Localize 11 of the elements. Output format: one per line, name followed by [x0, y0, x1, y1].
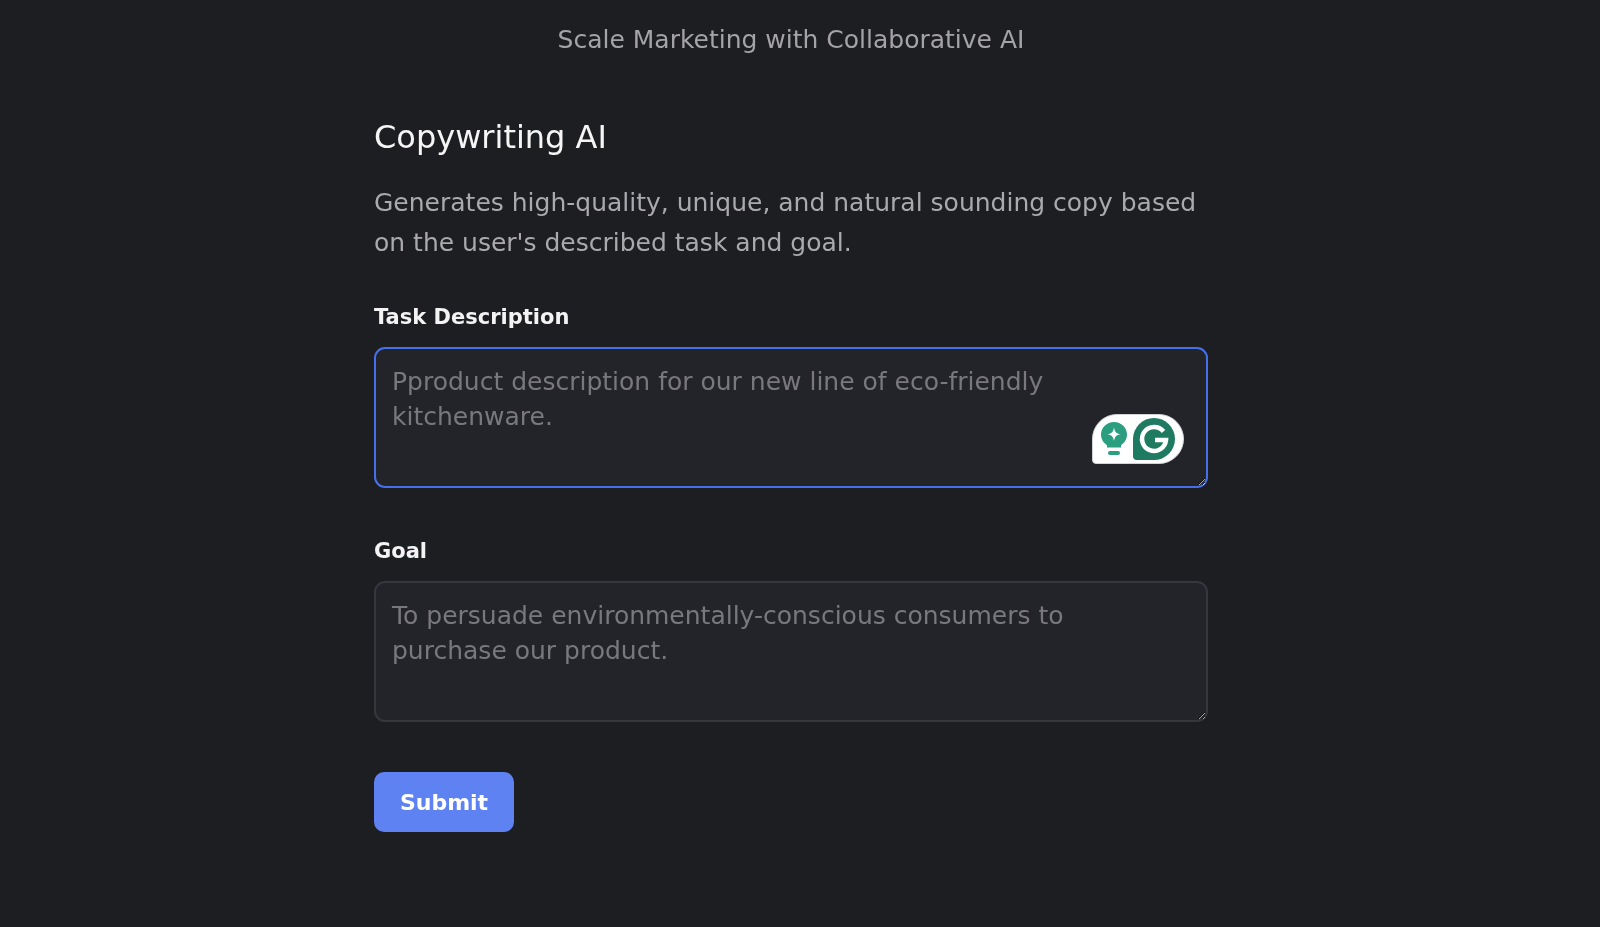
field-label: Task Description: [374, 304, 570, 331]
submit-button[interactable]: Submit: [374, 772, 514, 832]
text-area-field[interactable]: Pproduct description for our new line of eco-friendly kitchenware.: [374, 347, 1208, 488]
tool-description: Generates high-quality, unique, and natural sounding copy based on the user's described task and goal.: [374, 187, 1198, 259]
page-title: Scale Marketing with Collaborative AI: [557, 25, 1025, 55]
g-logo-icon: [1133, 418, 1175, 460]
assistant-badge[interactable]: [1092, 414, 1184, 464]
lightbulb-icon: [1101, 422, 1127, 456]
field-label: Goal: [374, 538, 428, 565]
tool-title: Copywriting AI: [374, 117, 607, 157]
text-area-field[interactable]: To persuade environmentally-conscious consumers to purchase our product.: [374, 581, 1208, 722]
